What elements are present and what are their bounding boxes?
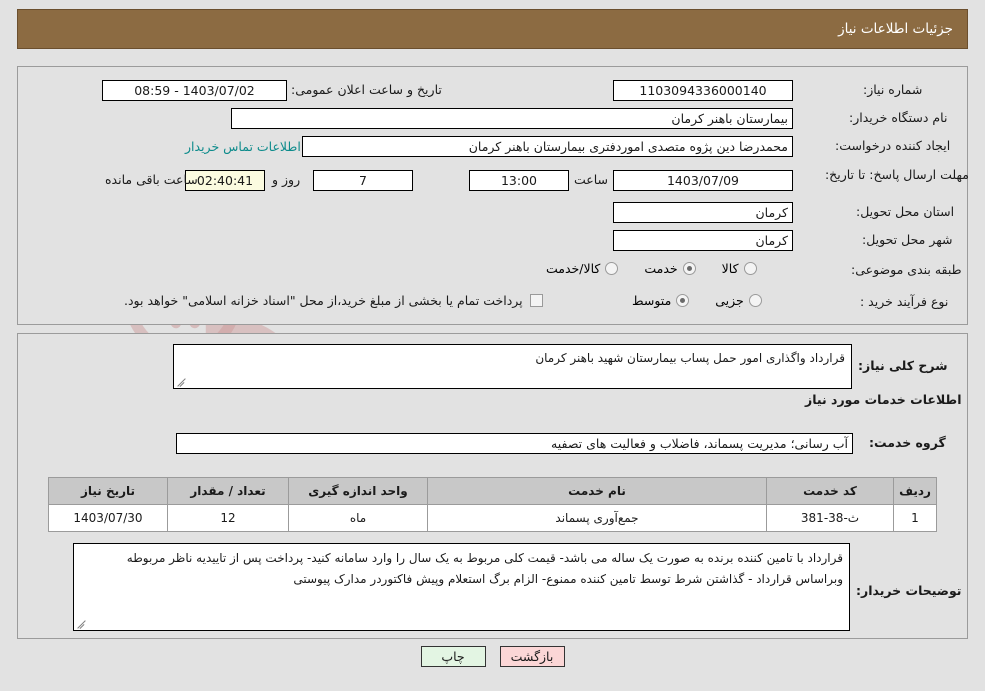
deadline-hour-label-row: ساعت	[574, 172, 608, 187]
service-group-field: آب رسانی؛ مدیریت پسماند، فاضلاب و فعالیت…	[176, 433, 853, 454]
services-heading-row: اطلاعات خدمات مورد نیاز	[805, 392, 962, 407]
summary-textarea[interactable]: قرارداد واگذاری امور حمل پساب بیمارستان …	[173, 344, 852, 389]
td-unit: ماه	[288, 504, 428, 532]
process-option-jozei-label: جزیی	[715, 293, 744, 308]
need-number-label: شماره نیاز:	[863, 82, 923, 97]
td-need-date: 1403/07/30	[48, 504, 168, 532]
category-option-kala-label: کالا	[721, 261, 739, 276]
category-option-khedmat[interactable]: خدمت	[644, 261, 696, 276]
deadline-date-field: 1403/07/09	[613, 170, 793, 191]
announce-datetime-label-row: تاریخ و ساعت اعلان عمومی:	[291, 82, 442, 97]
services-heading: اطلاعات خدمات مورد نیاز	[805, 392, 962, 407]
td-code: ث-38-381	[766, 504, 894, 532]
category-option-kala[interactable]: کالا	[722, 261, 757, 276]
treasury-text: پرداخت تمام یا بخشی از مبلغ خرید،از محل …	[124, 293, 523, 308]
remaining-time-label-row: ساعت باقی مانده	[105, 172, 198, 187]
treasury-checkbox[interactable]	[529, 294, 543, 307]
remaining-time-label: ساعت باقی مانده	[105, 172, 198, 187]
service-group-label: گروه خدمت:	[869, 435, 946, 450]
process-radio-group: جزیی متوسط	[606, 293, 762, 308]
province-label-row: استان محل تحویل:	[856, 204, 954, 219]
page-title: جزئیات اطلاعات نیاز	[838, 21, 953, 37]
page-root: ArtaTender.net جزئیات اطلاعات نیاز شماره…	[0, 0, 985, 691]
announce-datetime-field: 1403/07/02 - 08:59	[102, 80, 287, 101]
category-option-kala-khedmat-label: کالا/خدمت	[546, 261, 601, 276]
category-option-khedmat-label: خدمت	[644, 261, 678, 276]
th-quantity: تعداد / مقدار	[167, 477, 289, 505]
announce-datetime-label: تاریخ و ساعت اعلان عمومی:	[291, 82, 442, 97]
radio-kala-khedmat-icon[interactable]	[605, 262, 619, 275]
resize-grip-icon-notes[interactable]	[76, 617, 88, 629]
buyer-contact-link[interactable]: اطلاعات تماس خریدار	[185, 139, 301, 154]
radio-khedmat-icon[interactable]	[682, 262, 696, 275]
process-option-motevaset[interactable]: متوسط	[632, 293, 690, 308]
buyer-notes-label-row: توضیحات خریدار:	[856, 583, 962, 598]
buyer-org-label-row: نام دستگاه خریدار:	[849, 110, 947, 125]
radio-jozei-icon[interactable]	[748, 294, 762, 307]
category-radio-group: کالا خدمت کالا/خدمت	[520, 261, 757, 276]
deadline-hour-field: 13:00	[469, 170, 569, 191]
buyer-notes-textarea[interactable]: قرارداد با تامین کننده برنده به صورت یک …	[73, 543, 850, 631]
process-option-jozei[interactable]: جزیی	[715, 293, 762, 308]
need-number-label-row: شماره نیاز:	[863, 82, 922, 97]
process-option-motevaset-label: متوسط	[632, 293, 672, 308]
treasury-row: پرداخت تمام یا بخشی از مبلغ خرید،از محل …	[124, 293, 543, 308]
td-index: 1	[893, 504, 937, 532]
action-buttons: بازگشت چاپ	[0, 646, 985, 667]
province-field: کرمان	[613, 202, 793, 223]
deadline-hour-label: ساعت	[574, 172, 609, 187]
buyer-org-field: بیمارستان باهنر کرمان	[231, 108, 793, 129]
page-header: جزئیات اطلاعات نیاز	[17, 9, 968, 49]
th-unit: واحد اندازه گیری	[288, 477, 428, 505]
summary-text: قرارداد واگذاری امور حمل پساب بیمارستان …	[535, 351, 845, 365]
services-table: ردیف کد خدمت نام خدمت واحد اندازه گیری ت…	[48, 477, 937, 532]
buyer-org-label: نام دستگاه خریدار:	[849, 110, 948, 125]
process-label-row: نوع فرآیند خرید :	[860, 294, 948, 309]
resize-grip-icon[interactable]	[176, 375, 188, 387]
table-row: 1 ث-38-381 جمع‌آوری پسماند ماه 12 1403/0…	[48, 504, 937, 532]
th-need-date: تاریخ نیاز	[48, 477, 168, 505]
th-index: ردیف	[893, 477, 937, 505]
process-label: نوع فرآیند خرید :	[860, 294, 949, 309]
city-label: شهر محل تحویل:	[862, 232, 953, 247]
province-label: استان محل تحویل:	[856, 204, 955, 219]
category-label-row: طبقه بندی موضوعی:	[851, 262, 962, 277]
radio-motevaset-icon[interactable]	[676, 294, 690, 307]
service-group-label-row: گروه خدمت:	[869, 435, 946, 450]
requester-label: ایجاد کننده درخواست:	[835, 138, 951, 153]
remaining-days-field: 7	[313, 170, 413, 191]
deadline-label: مهلت ارسال پاسخ: تا تاریخ:	[824, 167, 969, 182]
category-option-kala-khedmat[interactable]: کالا/خدمت	[546, 261, 619, 276]
remaining-days-label-row: روز و	[272, 172, 300, 187]
print-button[interactable]: چاپ	[420, 646, 486, 667]
th-name: نام خدمت	[427, 477, 767, 505]
buyer-notes-label: توضیحات خریدار:	[856, 583, 962, 598]
need-number-field: 1103094336000140	[613, 80, 793, 101]
td-quantity: 12	[167, 504, 289, 532]
summary-label: شرح کلی نیاز:	[858, 358, 948, 373]
category-label: طبقه بندی موضوعی:	[851, 262, 962, 277]
back-button[interactable]: بازگشت	[499, 646, 565, 667]
td-name: جمع‌آوری پسماند	[427, 504, 767, 532]
th-code: کد خدمت	[766, 477, 894, 505]
remaining-days-label: روز و	[272, 172, 301, 187]
buyer-notes-text: قرارداد با تامین کننده برنده به صورت یک …	[126, 551, 843, 586]
requester-label-row: ایجاد کننده درخواست:	[835, 138, 950, 153]
need-info-panel	[17, 66, 968, 325]
city-label-row: شهر محل تحویل:	[862, 232, 952, 247]
table-header-row: ردیف کد خدمت نام خدمت واحد اندازه گیری ت…	[48, 477, 937, 505]
deadline-label-row: مهلت ارسال پاسخ: تا تاریخ:	[825, 164, 969, 183]
summary-label-row: شرح کلی نیاز:	[858, 358, 947, 373]
radio-kala-icon[interactable]	[743, 262, 757, 275]
city-field: کرمان	[613, 230, 793, 251]
requester-field: محمدرضا دین پژوه متصدی اموردفتری بیمارست…	[302, 136, 793, 157]
